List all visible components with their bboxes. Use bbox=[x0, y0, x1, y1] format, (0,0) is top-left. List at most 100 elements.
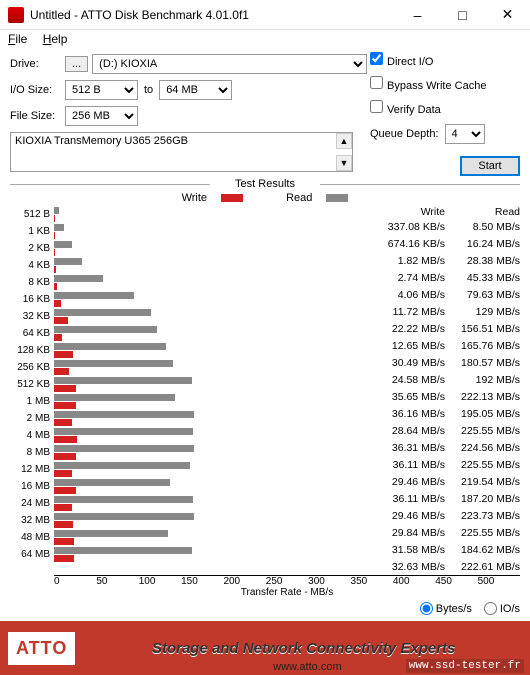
chart-row: 16 MB bbox=[10, 478, 370, 495]
menubar: File Help bbox=[0, 30, 530, 48]
direct-io-checkbox[interactable]: Direct I/O bbox=[370, 52, 433, 68]
read-bar bbox=[54, 513, 194, 520]
close-button[interactable]: ✕ bbox=[485, 0, 530, 30]
table-row: 4.06 MB/s79.63 MB/s bbox=[370, 286, 520, 303]
window-title: Untitled - ATTO Disk Benchmark 4.01.0f1 bbox=[30, 8, 395, 22]
io-from-select[interactable]: 512 B bbox=[65, 80, 138, 100]
verify-checkbox[interactable]: Verify Data bbox=[370, 100, 441, 116]
y-label: 24 MB bbox=[10, 498, 54, 509]
cell-write: 12.65 MB/s bbox=[370, 340, 445, 352]
y-label: 8 KB bbox=[10, 277, 54, 288]
write-bar bbox=[54, 334, 62, 341]
drive-select[interactable]: (D:) KIOXIA bbox=[92, 54, 367, 74]
x-tick: 450 bbox=[435, 576, 477, 587]
y-label: 512 B bbox=[10, 209, 54, 220]
cell-read: 16.24 MB/s bbox=[445, 238, 520, 250]
read-swatch-icon bbox=[326, 194, 348, 202]
write-bar bbox=[54, 436, 77, 443]
read-bar bbox=[54, 496, 193, 503]
chart-row: 4 KB bbox=[10, 257, 370, 274]
chart-row: 64 MB bbox=[10, 546, 370, 563]
io-to-word: to bbox=[144, 84, 153, 96]
write-swatch-icon bbox=[221, 194, 243, 202]
read-bar bbox=[54, 241, 72, 248]
menu-file[interactable]: File bbox=[8, 32, 27, 46]
menu-help[interactable]: Help bbox=[43, 32, 68, 46]
x-tick: 50 bbox=[96, 576, 138, 587]
table-row: 337.08 KB/s8.50 MB/s bbox=[370, 218, 520, 235]
write-bar bbox=[54, 385, 76, 392]
cell-read: 79.63 MB/s bbox=[445, 289, 520, 301]
scroll-up-icon[interactable]: ▲ bbox=[336, 133, 352, 149]
description-box[interactable]: KIOXIA TransMemory U365 256GB ▲ ▼ bbox=[10, 132, 353, 172]
read-bar bbox=[54, 394, 175, 401]
write-bar bbox=[54, 300, 61, 307]
chart-row: 16 KB bbox=[10, 291, 370, 308]
cell-read: 225.55 MB/s bbox=[445, 459, 520, 471]
table-row: 35.65 MB/s222.13 MB/s bbox=[370, 388, 520, 405]
filesize-label: File Size: bbox=[10, 110, 65, 122]
x-axis-label: Transfer Rate - MB/s bbox=[54, 587, 520, 598]
chart-row: 256 KB bbox=[10, 359, 370, 376]
chart-legend: Write Read bbox=[10, 192, 520, 204]
read-bar bbox=[54, 360, 173, 367]
table-row: 29.84 MB/s225.55 MB/s bbox=[370, 524, 520, 541]
table-row: 12.65 MB/s165.76 MB/s bbox=[370, 337, 520, 354]
read-bar bbox=[54, 343, 166, 350]
write-bar bbox=[54, 453, 76, 460]
minimize-button[interactable]: – bbox=[395, 0, 440, 30]
browse-button[interactable]: ... bbox=[65, 56, 88, 72]
x-tick: 150 bbox=[181, 576, 223, 587]
col-write: Write bbox=[370, 206, 445, 218]
cell-read: 156.51 MB/s bbox=[445, 323, 520, 335]
table-row: 36.31 MB/s224.56 MB/s bbox=[370, 439, 520, 456]
io-to-select[interactable]: 64 MB bbox=[159, 80, 232, 100]
chart-row: 12 MB bbox=[10, 461, 370, 478]
y-label: 32 KB bbox=[10, 311, 54, 322]
chart-row: 64 KB bbox=[10, 325, 370, 342]
read-bar bbox=[54, 326, 157, 333]
y-label: 2 MB bbox=[10, 413, 54, 424]
bypass-checkbox[interactable]: Bypass Write Cache bbox=[370, 76, 486, 92]
cell-read: 28.38 MB/s bbox=[445, 255, 520, 267]
table-row: 28.64 MB/s225.55 MB/s bbox=[370, 422, 520, 439]
y-label: 512 KB bbox=[10, 379, 54, 390]
start-button[interactable]: Start bbox=[460, 156, 520, 176]
read-bar bbox=[54, 377, 192, 384]
cell-read: 225.55 MB/s bbox=[445, 527, 520, 539]
cell-read: 222.13 MB/s bbox=[445, 391, 520, 403]
filesize-select[interactable]: 256 MB bbox=[65, 106, 138, 126]
cell-read: 165.76 MB/s bbox=[445, 340, 520, 352]
scroll-down-icon[interactable]: ▼ bbox=[336, 155, 352, 171]
write-bar bbox=[54, 419, 72, 426]
cell-read: 222.61 MB/s bbox=[445, 561, 520, 573]
titlebar: Untitled - ATTO Disk Benchmark 4.01.0f1 … bbox=[0, 0, 530, 30]
read-bar bbox=[54, 224, 64, 231]
results-table: Write Read 337.08 KB/s8.50 MB/s674.16 KB… bbox=[370, 206, 520, 575]
unit-bytes-radio[interactable]: Bytes/s bbox=[420, 602, 472, 615]
cell-read: 195.05 MB/s bbox=[445, 408, 520, 420]
read-bar bbox=[54, 428, 193, 435]
chart-row: 8 MB bbox=[10, 444, 370, 461]
cell-write: 29.84 MB/s bbox=[370, 527, 445, 539]
y-label: 8 MB bbox=[10, 447, 54, 458]
read-bar bbox=[54, 462, 190, 469]
chart-row: 512 KB bbox=[10, 376, 370, 393]
chart-row: 128 KB bbox=[10, 342, 370, 359]
write-bar bbox=[54, 266, 56, 273]
x-axis: 050100150200250300350400450500 bbox=[54, 575, 520, 587]
cell-write: 29.46 MB/s bbox=[370, 510, 445, 522]
y-label: 4 MB bbox=[10, 430, 54, 441]
cell-write: 11.72 MB/s bbox=[370, 306, 445, 318]
write-bar bbox=[54, 504, 72, 511]
y-label: 64 MB bbox=[10, 549, 54, 560]
queue-depth-select[interactable]: 4 bbox=[445, 124, 485, 144]
cell-read: 184.62 MB/s bbox=[445, 544, 520, 556]
x-tick: 400 bbox=[393, 576, 435, 587]
unit-ios-radio[interactable]: IO/s bbox=[484, 602, 520, 615]
y-label: 4 KB bbox=[10, 260, 54, 271]
write-bar bbox=[54, 368, 69, 375]
maximize-button[interactable]: □ bbox=[440, 0, 485, 30]
footer-tagline: Storage and Network Connectivity Experts bbox=[85, 640, 522, 657]
cell-read: 129 MB/s bbox=[445, 306, 520, 318]
